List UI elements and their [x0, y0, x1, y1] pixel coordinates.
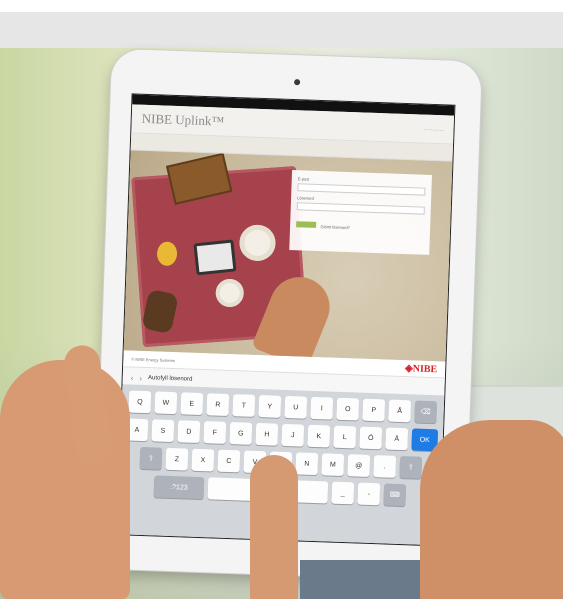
- key-g[interactable]: G: [229, 422, 253, 445]
- password-field[interactable]: [296, 202, 425, 215]
- hero-image: E-post Lösenord Glömt lösenord?: [123, 150, 453, 362]
- backspace-icon[interactable]: ⌫: [414, 400, 438, 424]
- key-s[interactable]: S: [151, 419, 175, 443]
- key-z[interactable]: Z: [165, 447, 189, 471]
- shift-left-icon[interactable]: ⇧: [139, 446, 163, 470]
- key-l[interactable]: L: [333, 425, 357, 449]
- footer-text: © NIBE Energy Systems: [131, 356, 176, 363]
- autofill-button[interactable]: Autofyll lösenord: [148, 375, 193, 383]
- key-p[interactable]: P: [362, 398, 386, 422]
- key-w[interactable]: W: [154, 391, 178, 415]
- top-links[interactable]: — — — —: [424, 126, 444, 132]
- dash-key[interactable]: -: [357, 482, 381, 506]
- key-@[interactable]: @: [347, 454, 371, 477]
- key-h[interactable]: H: [255, 422, 279, 446]
- login-box: E-post Lösenord Glömt lösenord?: [289, 170, 432, 255]
- key-e[interactable]: E: [180, 392, 204, 416]
- key-ä[interactable]: Ä: [385, 427, 409, 451]
- top-gray-band: [0, 12, 563, 48]
- login-button[interactable]: [296, 221, 317, 228]
- key-q[interactable]: Q: [128, 390, 152, 414]
- key-r[interactable]: R: [206, 393, 230, 416]
- chevron-right-icon[interactable]: ›: [139, 373, 142, 382]
- pointing-finger: [250, 455, 298, 599]
- key-t[interactable]: T: [232, 394, 256, 417]
- key-.[interactable]: .: [373, 455, 397, 478]
- email-field[interactable]: [297, 183, 426, 196]
- left-hand: [0, 360, 130, 599]
- key-ö[interactable]: Ö: [359, 426, 383, 450]
- key-c[interactable]: C: [217, 449, 241, 473]
- key-u[interactable]: U: [284, 395, 308, 419]
- front-camera: [294, 79, 301, 86]
- sleeve: [300, 560, 420, 599]
- key-x[interactable]: X: [191, 448, 215, 472]
- site-logo[interactable]: NIBE Uplink™: [141, 111, 225, 130]
- small-tablet: [193, 239, 237, 276]
- shift-right-icon[interactable]: ⇧: [399, 455, 423, 479]
- key-i[interactable]: I: [310, 396, 334, 420]
- photo: NIBE Uplink™ — — — — E-post Lösenord Glö…: [0, 0, 563, 599]
- keyboard-row-2: A S D F G H J K L Ö Ä OK: [125, 418, 440, 452]
- key-k[interactable]: K: [307, 424, 331, 448]
- keyboard-row-1: Q W E R T Y U I O P Å ⌫: [126, 390, 441, 424]
- key-f[interactable]: F: [203, 421, 227, 444]
- forgot-password-link[interactable]: Glömt lösenord?: [320, 224, 350, 230]
- key-o[interactable]: O: [336, 397, 360, 421]
- numbers-key[interactable]: .?123: [153, 475, 205, 500]
- keyboard-hide-icon[interactable]: ⌨: [383, 483, 407, 507]
- top-white-strip: [0, 0, 563, 12]
- right-hand: [420, 420, 563, 599]
- nibe-logo: ◈NIBE: [404, 362, 438, 375]
- key-å[interactable]: Å: [388, 399, 412, 423]
- key-m[interactable]: M: [321, 453, 345, 477]
- key-d[interactable]: D: [177, 420, 201, 443]
- key-j[interactable]: J: [281, 423, 305, 447]
- underscore-key[interactable]: _: [331, 481, 355, 505]
- key-n[interactable]: N: [295, 452, 319, 476]
- chevron-left-icon[interactable]: ‹: [131, 373, 134, 382]
- key-y[interactable]: Y: [258, 395, 282, 418]
